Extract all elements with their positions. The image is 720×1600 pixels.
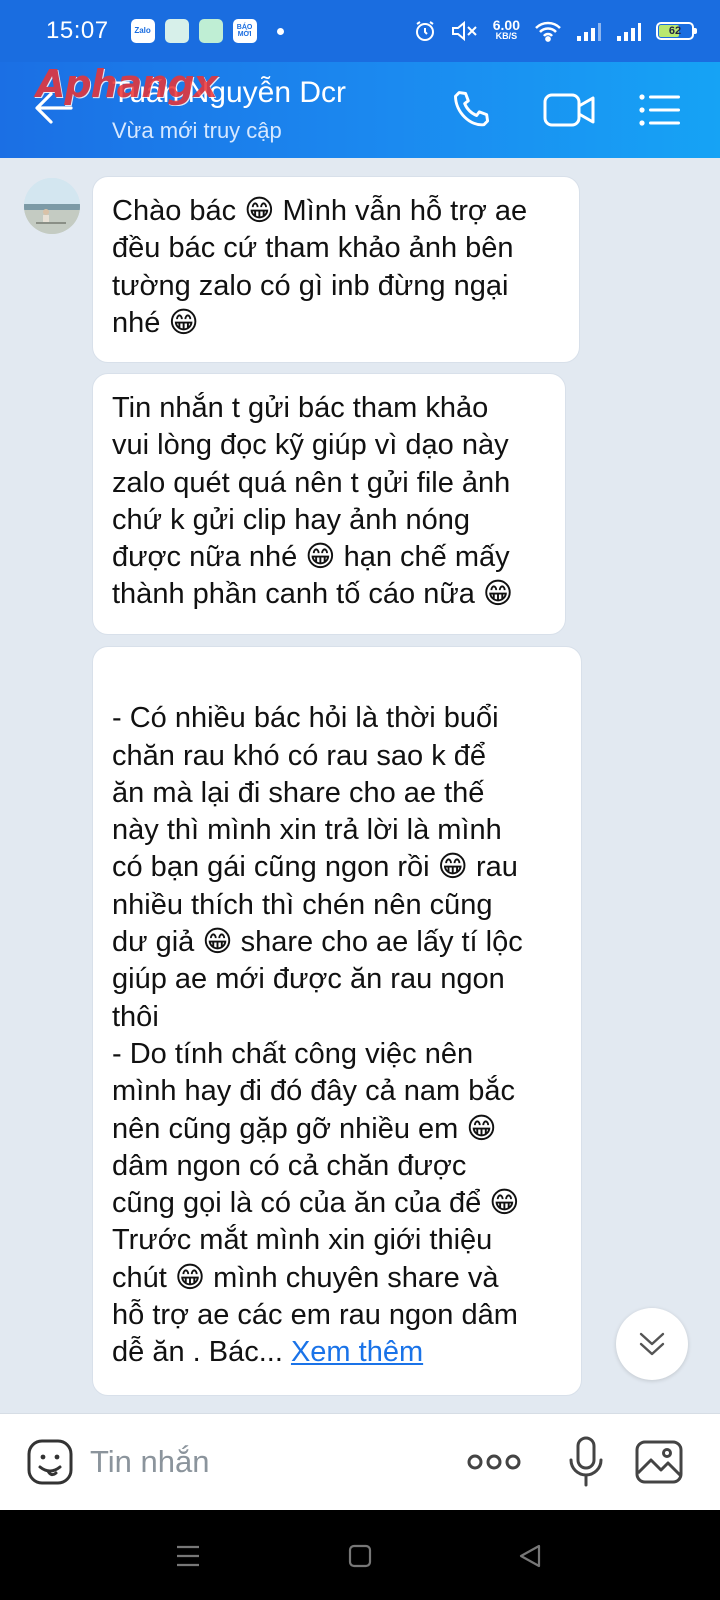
chat-header: Tuấn Nguyễn Dcr Vừa mới truy cập Aphangx <box>0 62 720 158</box>
message-text: - Có nhiều bác hỏi là thời buổi chăn rau… <box>112 702 523 1369</box>
image-icon <box>635 1440 683 1484</box>
wifi-icon <box>535 21 561 42</box>
signal-icon-2 <box>617 23 641 41</box>
watermark-logo: Aphangx <box>36 62 218 106</box>
microphone-icon <box>569 1436 603 1487</box>
app-notification-icon <box>164 19 189 43</box>
avatar-photo <box>24 178 80 234</box>
menu-icon <box>639 94 680 126</box>
alarm-icon <box>415 21 434 41</box>
network-speed-value: 6.00 <box>492 17 520 33</box>
more-options-icon <box>467 1454 521 1470</box>
message-input[interactable] <box>90 1434 430 1490</box>
recent-apps-button[interactable] <box>168 1536 208 1576</box>
battery-icon: 62 <box>656 22 697 40</box>
network-speed-unit: KB/S <box>495 31 518 41</box>
message-bubble[interactable]: Tin nhắn t gửi bác tham khảo vui lòng đọ… <box>92 373 566 635</box>
back-icon <box>519 1544 541 1568</box>
network-speed: 6.00 KB/S <box>492 17 520 42</box>
video-call-button[interactable] <box>538 84 602 136</box>
see-more-link[interactable]: Xem thêm <box>291 1336 423 1368</box>
phone-icon <box>454 91 490 127</box>
video-call-icon <box>543 93 595 127</box>
home-icon <box>348 1544 372 1568</box>
status-bar: 15:07 Zalo BÁO MỚI 6.00 KB/S 62 <box>0 0 720 62</box>
recent-apps-icon <box>177 1545 199 1567</box>
voice-message-button[interactable] <box>560 1436 612 1488</box>
battery-percent: 62 <box>668 25 682 37</box>
chat-area[interactable]: Chào bác 😁 Mình vẫn hỗ trợ ae đều bác cứ… <box>0 158 720 1413</box>
baomoi-notification-icon: BÁO MỚI <box>232 19 257 43</box>
system-nav-bar <box>0 1510 720 1600</box>
avatar[interactable] <box>24 178 80 234</box>
message-bubble[interactable]: - Có nhiều bác hỏi là thời buổi chăn rau… <box>92 646 582 1396</box>
voice-call-button[interactable] <box>446 84 498 136</box>
scroll-down-button[interactable] <box>616 1308 688 1380</box>
message-input-bar <box>0 1413 720 1510</box>
zalo-notification-icon: Zalo <box>130 19 155 43</box>
more-notifications-dot <box>276 27 284 35</box>
shopping-notification-icon <box>198 19 223 43</box>
double-chevron-down-icon <box>639 1332 665 1356</box>
more-options-button[interactable] <box>466 1436 522 1488</box>
contact-status: Vừa mới truy cập <box>112 118 282 143</box>
sticker-icon <box>27 1439 73 1485</box>
back-nav-button[interactable] <box>510 1536 550 1576</box>
signal-icon <box>577 23 601 41</box>
mute-icon <box>451 20 477 42</box>
home-button[interactable] <box>340 1536 380 1576</box>
send-image-button[interactable] <box>632 1436 686 1488</box>
chat-menu-button[interactable] <box>634 84 686 136</box>
sticker-button[interactable] <box>24 1436 76 1488</box>
status-time: 15:07 <box>46 17 109 44</box>
message-bubble[interactable]: Chào bác 😁 Mình vẫn hỗ trợ ae đều bác cứ… <box>92 176 580 363</box>
